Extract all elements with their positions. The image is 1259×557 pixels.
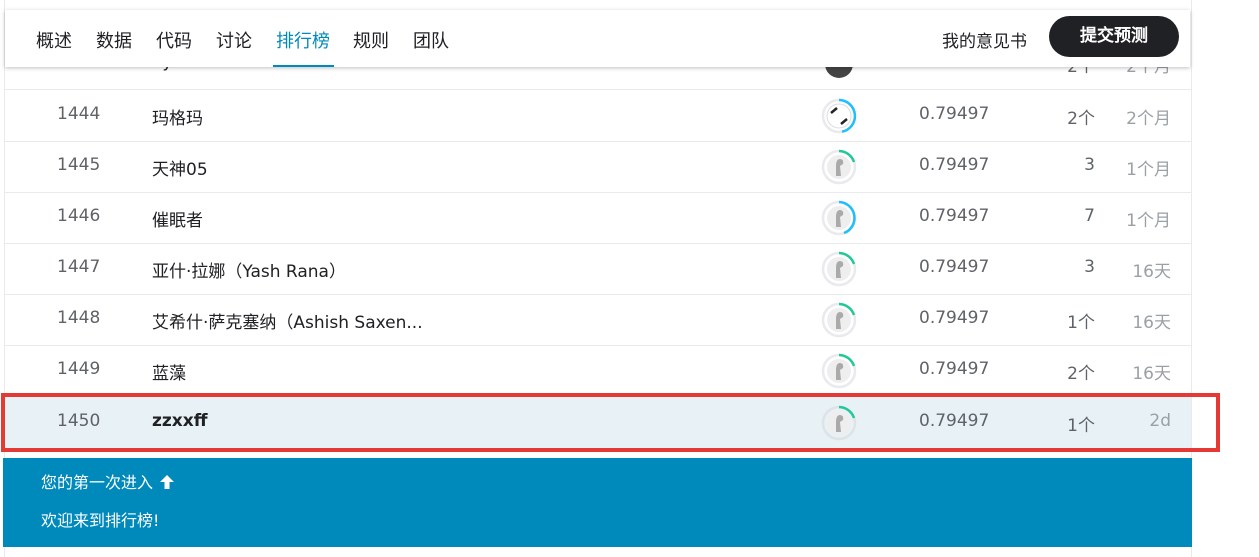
team-name[interactable]: 蓝藻 <box>152 359 186 384</box>
tab-overview[interactable]: 概述 <box>36 27 72 53</box>
last-submission: 1个月 <box>1126 211 1171 231</box>
last-submission: 16天 <box>1132 364 1171 384</box>
score: 0.79497 <box>919 206 990 226</box>
entries: 3 <box>1084 155 1095 175</box>
my-submissions-link[interactable]: 我的意见书 <box>942 27 1027 52</box>
tab-team[interactable]: 团队 <box>413 27 449 53</box>
tab-discussion[interactable]: 讨论 <box>216 27 252 53</box>
tab-code[interactable]: 代码 <box>156 27 192 53</box>
table-row[interactable]: 1447 亚什·拉娜（Yash Rana） 0.79497 3 16天 <box>5 243 1191 295</box>
score: 0.79497 <box>919 257 990 277</box>
score: 0.79497 <box>919 411 990 431</box>
table-row[interactable]: 1448 艾希什·萨克塞纳（Ashish Saxen... 0.79497 1个… <box>5 294 1191 346</box>
score: 0.79497 <box>919 308 990 328</box>
last-submission: 2d <box>1149 411 1171 431</box>
rank: 1450 <box>57 411 101 431</box>
avatar-icon[interactable] <box>820 250 858 288</box>
team-name[interactable]: 催眠者 <box>152 206 203 231</box>
table-row-current-user[interactable]: 1450 zzxxff 0.79497 1个 2d <box>5 397 1191 449</box>
table-row[interactable]: 1445 天神05 0.79497 3 1个月 <box>5 141 1191 193</box>
entries: 7 <box>1084 206 1095 226</box>
banner-line2: 欢迎来到排行榜! <box>41 511 160 530</box>
avatar-icon[interactable] <box>820 97 858 135</box>
avatar-icon[interactable] <box>820 301 858 339</box>
team-name[interactable]: 玛格玛 <box>152 104 203 129</box>
tab-leaderboard[interactable]: 排行榜 <box>276 27 330 53</box>
rank: 1447 <box>57 257 101 277</box>
last-submission: 2个月 <box>1126 109 1171 129</box>
tab-rules[interactable]: 规则 <box>353 27 389 53</box>
score: 0.79497 <box>919 155 990 175</box>
score: 0.79497 <box>919 359 990 379</box>
table-row[interactable]: 1444 玛格玛 0.79497 2个 2个月 <box>5 90 1191 142</box>
table-row[interactable]: 1446 催眠者 0.79497 7 1个月 <box>5 192 1191 244</box>
table-row[interactable]: 1449 蓝藻 0.79497 2个 16天 <box>5 345 1191 397</box>
team-name[interactable]: 艾希什·萨克塞纳（Ashish Saxen... <box>152 308 423 333</box>
avatar-icon[interactable] <box>820 199 858 237</box>
rank: 1445 <box>57 155 101 175</box>
avatar-icon[interactable] <box>820 148 858 186</box>
last-submission: 16天 <box>1132 313 1171 333</box>
score: 0.79497 <box>919 104 990 124</box>
avatar-icon[interactable] <box>820 404 858 442</box>
entries: 1个 <box>1067 416 1095 436</box>
team-name[interactable]: zzxxff <box>152 411 208 431</box>
rank: 1449 <box>57 359 101 379</box>
entries: 2个 <box>1067 364 1095 384</box>
team-name[interactable]: 亚什·拉娜（Yash Rana） <box>152 257 346 282</box>
table-row-partial <box>4 547 1192 557</box>
last-submission: 1个月 <box>1126 160 1171 180</box>
competition-nav: 概述 数据 代码 讨论 排行榜 规则 团队 我的意见书 提交预测 <box>5 10 1190 67</box>
submit-prediction-button[interactable]: 提交预测 <box>1049 16 1179 57</box>
rank: 1444 <box>57 104 101 124</box>
arrow-up-icon <box>160 475 175 489</box>
team-name[interactable]: 天神05 <box>152 155 208 180</box>
entries: 2个 <box>1067 109 1095 129</box>
entries: 3 <box>1084 257 1095 277</box>
avatar-icon[interactable] <box>820 352 858 390</box>
rank: 1448 <box>57 308 101 328</box>
banner-line1: 您的第一次进入 <box>41 469 175 493</box>
first-entry-banner: 您的第一次进入 欢迎来到排行榜! <box>3 458 1192 547</box>
tab-data[interactable]: 数据 <box>96 27 132 53</box>
active-tab-indicator <box>273 65 334 67</box>
entries: 1个 <box>1067 313 1095 333</box>
last-submission: 16天 <box>1132 262 1171 282</box>
rank: 1446 <box>57 206 101 226</box>
banner-title: 您的第一次进入 <box>41 473 154 492</box>
